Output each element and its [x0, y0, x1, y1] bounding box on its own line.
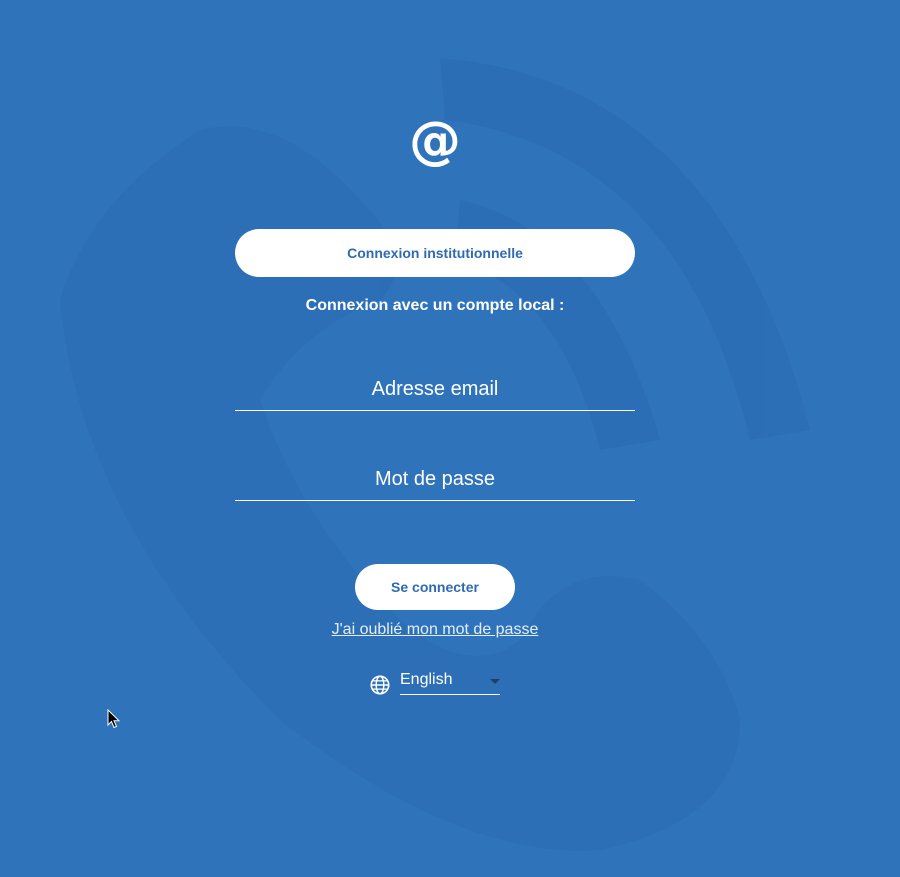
email-field[interactable]	[235, 369, 635, 410]
institution-login-label: Connexion institutionnelle	[347, 245, 523, 261]
local-login-heading: Connexion avec un compte local :	[305, 297, 565, 314]
institution-login-button[interactable]: Connexion institutionnelle	[235, 229, 635, 277]
password-field[interactable]	[235, 459, 635, 500]
language-select[interactable]: English	[400, 670, 500, 695]
login-button[interactable]: Se connecter	[355, 564, 515, 610]
language-selected-value: English	[400, 670, 453, 688]
forgot-password-link[interactable]: J'ai oublié mon mot de passe	[235, 621, 635, 639]
login-button-label: Se connecter	[391, 579, 479, 595]
globe-icon	[370, 675, 390, 695]
mouse-cursor-icon	[107, 709, 121, 729]
chevron-down-icon	[490, 678, 500, 684]
password-field-container	[235, 459, 635, 501]
at-sign-icon: @	[409, 111, 461, 171]
language-selector-row: English	[369, 668, 500, 696]
email-field-container	[235, 369, 635, 411]
